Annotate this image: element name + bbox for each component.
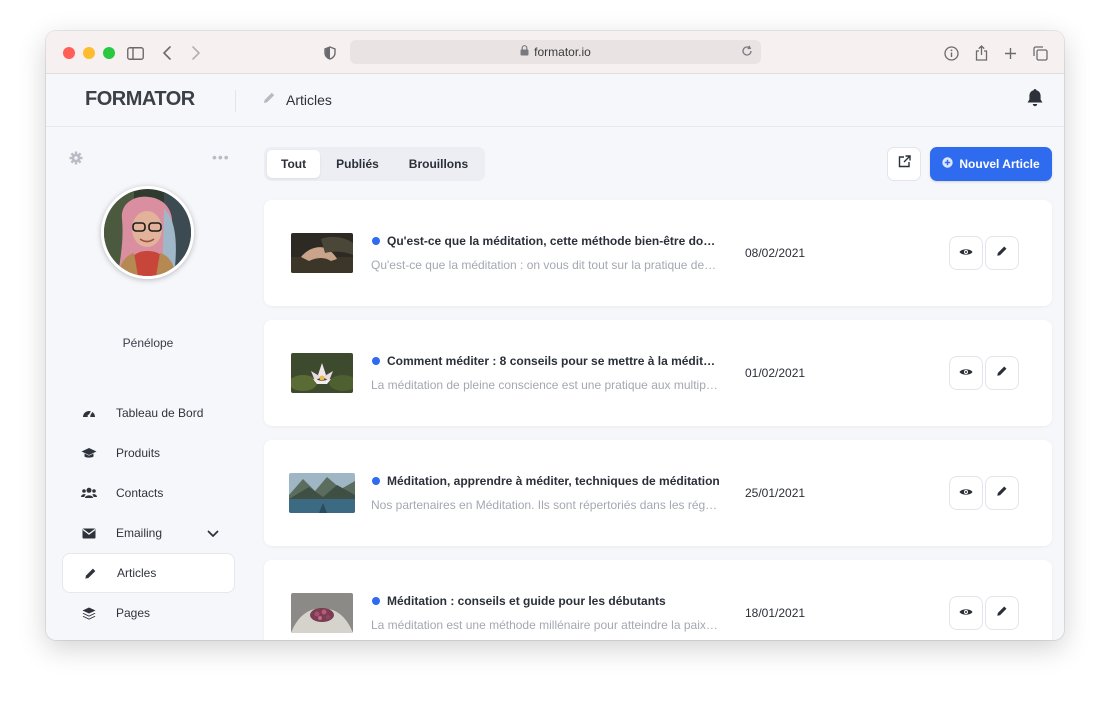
- tab-tout[interactable]: Tout: [267, 150, 321, 178]
- article-excerpt: Qu'est-ce que la méditation : on vous di…: [371, 258, 719, 272]
- chevron-down-icon[interactable]: [207, 527, 219, 541]
- eye-icon: [959, 364, 973, 382]
- article-thumbnail: [289, 473, 355, 513]
- sidebar-item-label: Produits: [116, 446, 161, 460]
- back-icon[interactable]: [156, 42, 178, 64]
- pencil-icon: [996, 484, 1008, 502]
- new-article-button[interactable]: Nouvel Article: [930, 147, 1052, 181]
- page-title: Articles: [286, 91, 332, 108]
- breadcrumb: Articles: [262, 91, 332, 108]
- graduation-cap-icon: [80, 447, 98, 459]
- users-icon: [80, 487, 98, 499]
- gear-icon[interactable]: [69, 151, 83, 170]
- article-date: 08/02/2021: [745, 246, 806, 260]
- sidebar-item-emailing[interactable]: Emailing: [62, 513, 235, 553]
- edit-article-button[interactable]: [985, 236, 1019, 270]
- article-filter-tabs: Tout Publiés Brouillons: [264, 147, 486, 181]
- article-card[interactable]: Méditation, apprendre à méditer, techniq…: [264, 440, 1052, 546]
- header-divider: [235, 90, 236, 112]
- article-title[interactable]: Méditation, apprendre à méditer, techniq…: [387, 474, 721, 488]
- eye-icon: [959, 604, 973, 622]
- sidebar-item-pages[interactable]: Pages: [62, 593, 235, 633]
- close-window-button[interactable]: [63, 47, 75, 59]
- article-excerpt: La méditation de pleine conscience est u…: [371, 378, 719, 392]
- view-article-button[interactable]: [949, 236, 983, 270]
- user-name: Pénélope: [122, 336, 174, 350]
- sidebar-toggle-icon[interactable]: [124, 42, 146, 64]
- new-article-label: Nouvel Article: [959, 157, 1040, 171]
- article-card[interactable]: Méditation : conseils et guide pour les …: [264, 560, 1052, 640]
- article-excerpt: Nos partenaires en Méditation. Ils sont …: [371, 498, 719, 512]
- pencil-icon: [996, 604, 1008, 622]
- share-icon[interactable]: [970, 42, 992, 64]
- status-dot: [372, 237, 380, 245]
- browser-toolbar: formator.io: [46, 31, 1064, 74]
- article-date: 01/02/2021: [745, 366, 806, 380]
- formator-logo[interactable]: FORMATOR: [85, 88, 195, 111]
- reload-icon[interactable]: [741, 45, 753, 60]
- pencil-icon: [81, 567, 99, 580]
- window-controls: [63, 47, 115, 59]
- tab-brouillons[interactable]: Brouillons: [395, 150, 482, 178]
- pencil-icon: [996, 364, 1008, 382]
- sidebar-item-label: Pages: [116, 606, 151, 620]
- forward-icon[interactable]: [185, 42, 207, 64]
- pencil-icon: [262, 91, 276, 108]
- new-tab-icon[interactable]: [999, 42, 1021, 64]
- article-title[interactable]: Qu'est-ce que la méditation, cette métho…: [387, 234, 721, 248]
- lock-icon: [520, 45, 529, 59]
- article-thumbnail: [291, 593, 353, 633]
- dashboard-icon: [80, 407, 98, 419]
- browser-window: formator.io FORMATOR Articles ••• Pénélo…: [46, 31, 1064, 640]
- sidebar-item-tableau-de-bord[interactable]: Tableau de Bord: [62, 393, 235, 433]
- plus-circle-icon: [942, 157, 954, 171]
- article-thumbnail: [291, 233, 353, 273]
- minimize-window-button[interactable]: [83, 47, 95, 59]
- sidebar-item-label: Tableau de Bord: [116, 406, 204, 420]
- info-icon[interactable]: [940, 42, 962, 64]
- envelope-icon: [80, 528, 98, 539]
- article-card[interactable]: Qu'est-ce que la méditation, cette métho…: [264, 200, 1052, 306]
- tab-publies[interactable]: Publiés: [322, 150, 393, 178]
- avatar[interactable]: [101, 186, 194, 279]
- url-text: formator.io: [534, 45, 591, 59]
- sidebar-item-contacts[interactable]: Contacts: [62, 473, 235, 513]
- bell-icon[interactable]: [1026, 88, 1044, 113]
- article-title[interactable]: Méditation : conseils et guide pour les …: [387, 594, 721, 608]
- view-article-button[interactable]: [949, 356, 983, 390]
- pencil-icon: [996, 244, 1008, 262]
- sidebar-item-label: Contacts: [116, 486, 164, 500]
- view-article-button[interactable]: [949, 476, 983, 510]
- external-link-icon: [898, 155, 911, 173]
- eye-icon: [959, 244, 973, 262]
- shield-icon[interactable]: [319, 42, 341, 64]
- layers-icon: [80, 607, 98, 620]
- article-date: 25/01/2021: [745, 486, 806, 500]
- status-dot: [372, 477, 380, 485]
- tabs-overview-icon[interactable]: [1029, 42, 1051, 64]
- sidebar-item-label: Emailing: [116, 526, 163, 540]
- article-date: 18/01/2021: [745, 606, 806, 620]
- zoom-window-button[interactable]: [103, 47, 115, 59]
- edit-article-button[interactable]: [985, 356, 1019, 390]
- status-dot: [372, 597, 380, 605]
- sidebar-item-label: Articles: [117, 566, 157, 580]
- eye-icon: [959, 484, 973, 502]
- sidebar-item-articles[interactable]: Articles: [62, 553, 235, 593]
- address-bar[interactable]: formator.io: [350, 40, 761, 64]
- view-article-button[interactable]: [949, 596, 983, 630]
- sidebar: ••• Pénélope Tableau de Bord Produits Co…: [46, 127, 250, 640]
- article-thumbnail: [291, 353, 353, 393]
- edit-article-button[interactable]: [985, 476, 1019, 510]
- article-excerpt: La méditation est une méthode millénaire…: [371, 618, 719, 632]
- sidebar-item-produits[interactable]: Produits: [62, 433, 235, 473]
- status-dot: [372, 357, 380, 365]
- article-title[interactable]: Comment méditer : 8 conseils pour se met…: [387, 354, 721, 368]
- edit-article-button[interactable]: [985, 596, 1019, 630]
- more-options-icon[interactable]: •••: [212, 149, 230, 165]
- open-external-button[interactable]: [887, 147, 921, 181]
- app-header: FORMATOR Articles: [46, 74, 1064, 127]
- sidebar-nav: Tableau de Bord Produits Contacts Emaili…: [62, 393, 235, 633]
- article-card[interactable]: Comment méditer : 8 conseils pour se met…: [264, 320, 1052, 426]
